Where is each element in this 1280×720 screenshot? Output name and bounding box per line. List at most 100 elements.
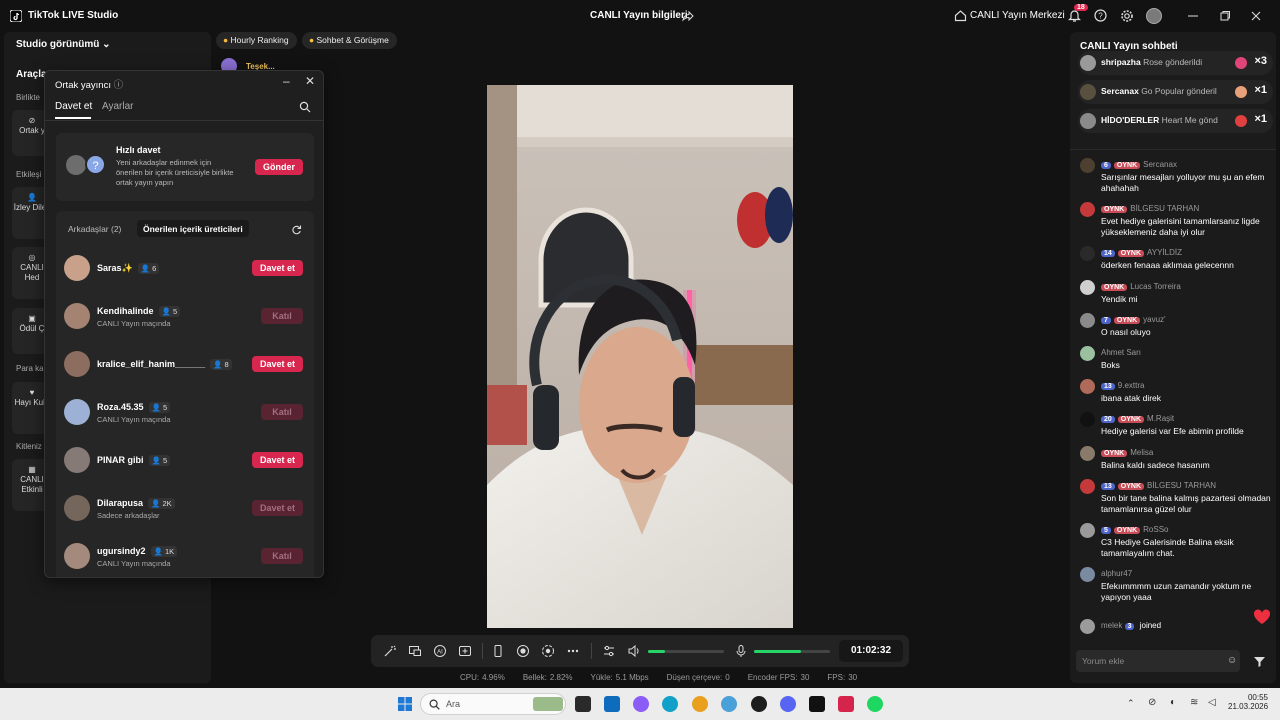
live-timer: 01:02:32 xyxy=(839,640,903,662)
network-icon[interactable]: ⊘ xyxy=(1148,697,1156,708)
popup-close-icon[interactable]: ✕ xyxy=(305,74,315,88)
bell-icon[interactable] xyxy=(1068,9,1081,23)
avatar[interactable] xyxy=(1080,202,1095,217)
avatar[interactable] xyxy=(1080,313,1095,328)
avatar[interactable] xyxy=(1080,446,1095,461)
username[interactable]: BİLGESU TARHAN xyxy=(1147,481,1216,490)
chat-call-chip[interactable]: ● Sohbet & Görüşme xyxy=(302,32,397,49)
microphone-icon[interactable] xyxy=(734,644,748,658)
join-button[interactable]: Katıl xyxy=(261,308,303,324)
stat-item: FPS: 30 xyxy=(827,673,858,682)
avatar[interactable] xyxy=(1080,346,1095,361)
join-button[interactable]: Katıl xyxy=(261,404,303,420)
flame-icon: ● xyxy=(223,35,229,45)
username[interactable]: alphur47 xyxy=(1101,569,1132,578)
person-icon: 👤 xyxy=(213,360,225,369)
like-heart-icon[interactable] xyxy=(1253,609,1271,625)
avatar[interactable] xyxy=(1080,479,1095,494)
tiktok-live-studio-icon[interactable] xyxy=(838,696,854,712)
windows-start-icon[interactable] xyxy=(397,696,413,712)
copilot-icon[interactable] xyxy=(633,696,649,712)
maximize-icon[interactable] xyxy=(1218,9,1232,23)
record-icon[interactable] xyxy=(516,644,530,658)
tiktok-icon[interactable] xyxy=(809,696,825,712)
username[interactable]: 9.exttra xyxy=(1118,381,1145,390)
username[interactable]: Lucas Torreira xyxy=(1130,282,1181,291)
search-icon[interactable] xyxy=(299,101,311,113)
add-source-icon[interactable] xyxy=(458,644,472,658)
wifi-icon[interactable]: ≋ xyxy=(1190,697,1198,708)
ai-effects-icon[interactable]: AI xyxy=(433,644,447,658)
help-icon[interactable]: ? xyxy=(1094,9,1107,22)
tab-settings[interactable]: Ayarlar xyxy=(102,101,134,112)
invite-button[interactable]: Davet et xyxy=(252,356,303,372)
studio-view-dropdown[interactable]: Studio görünümü ⌄ xyxy=(16,39,111,50)
obs-icon[interactable] xyxy=(751,696,767,712)
avatar[interactable] xyxy=(1080,280,1095,295)
username[interactable]: M.Raşit xyxy=(1147,414,1174,423)
filter-icon[interactable] xyxy=(1253,655,1266,668)
spotify-icon[interactable] xyxy=(867,696,883,712)
message-text: Boks xyxy=(1101,360,1120,370)
share-icon[interactable] xyxy=(682,10,694,22)
follower-count: 👤 1K xyxy=(150,546,178,557)
discord-icon[interactable] xyxy=(780,696,796,712)
taskbar-search[interactable]: Ara xyxy=(420,693,566,715)
task-view-icon[interactable] xyxy=(575,696,591,712)
username[interactable]: yavuz' xyxy=(1143,315,1165,324)
popup-minimize-icon[interactable]: – xyxy=(283,74,290,88)
minimize-icon[interactable] xyxy=(1186,9,1200,23)
tab-invite[interactable]: Davet et xyxy=(55,101,92,112)
portrait-mode-icon[interactable] xyxy=(491,644,505,658)
avatar[interactable] xyxy=(1146,8,1162,24)
outlook-icon[interactable] xyxy=(604,696,620,712)
username[interactable]: BİLGESU TARHAN xyxy=(1130,204,1199,213)
send-button[interactable]: Gönder xyxy=(255,159,303,175)
avatar[interactable] xyxy=(1080,567,1095,582)
username[interactable]: AYYİLDİZ xyxy=(1147,248,1182,257)
speaker-icon[interactable] xyxy=(627,644,641,658)
username[interactable]: Ahmet Sarı xyxy=(1101,348,1141,357)
avatar[interactable] xyxy=(1080,246,1095,261)
screenshot-icon[interactable] xyxy=(541,644,555,658)
comment-input[interactable]: Yorum ekle ☺ xyxy=(1076,650,1240,672)
layout-icon[interactable] xyxy=(408,644,422,658)
volume-tray-icon[interactable]: ◁ xyxy=(1208,697,1216,708)
invite-button[interactable]: Davet et xyxy=(252,500,303,516)
refresh-icon[interactable] xyxy=(291,224,302,235)
live-center-link[interactable]: CANLI Yayın Merkezi xyxy=(970,10,1065,21)
username[interactable]: RoSSo xyxy=(1143,525,1168,534)
emoji-icon[interactable]: ☺ xyxy=(1227,655,1237,666)
invite-button[interactable]: Davet et xyxy=(252,452,303,468)
avatar[interactable] xyxy=(1080,523,1095,538)
more-icon[interactable] xyxy=(566,644,580,658)
hourly-ranking-chip[interactable]: ● Hourly Ranking xyxy=(216,32,297,49)
mic-slider[interactable] xyxy=(754,650,830,653)
edge-icon[interactable] xyxy=(662,696,678,712)
mic-tray-icon[interactable]: ◐ xyxy=(1170,697,1176,708)
clock[interactable]: 00:55 21.03.2026 xyxy=(1228,693,1268,711)
tab-recommended[interactable]: Önerilen içerik üreticileri xyxy=(137,220,249,237)
username[interactable]: Sercanax xyxy=(1143,160,1177,169)
tab-friends[interactable]: Arkadaşlar (2) xyxy=(68,224,121,234)
avatar[interactable] xyxy=(1080,158,1095,173)
join-button[interactable]: Katıl xyxy=(261,548,303,564)
search-icon xyxy=(429,699,440,710)
audio-mixer-icon[interactable] xyxy=(602,644,616,658)
close-icon[interactable] xyxy=(1249,9,1263,23)
home-icon[interactable] xyxy=(954,9,967,22)
settings-gear-icon[interactable] xyxy=(1120,9,1134,23)
invite-button[interactable]: Davet et xyxy=(252,260,303,276)
avatar[interactable] xyxy=(1080,412,1095,427)
tray-chevron-icon[interactable]: ⌃ xyxy=(1127,698,1135,709)
magic-wand-icon[interactable] xyxy=(383,644,397,658)
avatar[interactable] xyxy=(1080,379,1095,394)
volume-slider[interactable] xyxy=(648,650,724,653)
gift-icon xyxy=(1235,115,1247,127)
live-info-title[interactable]: CANLI Yayın bilgileri xyxy=(590,10,688,21)
message-header: alphur47 xyxy=(1101,569,1132,578)
network-app-icon[interactable] xyxy=(721,696,737,712)
username[interactable]: Melisa xyxy=(1130,448,1153,457)
creator-row: kralice_elif_hanim______ 👤 8 Davet et xyxy=(64,350,304,390)
chrome-icon[interactable] xyxy=(692,696,708,712)
